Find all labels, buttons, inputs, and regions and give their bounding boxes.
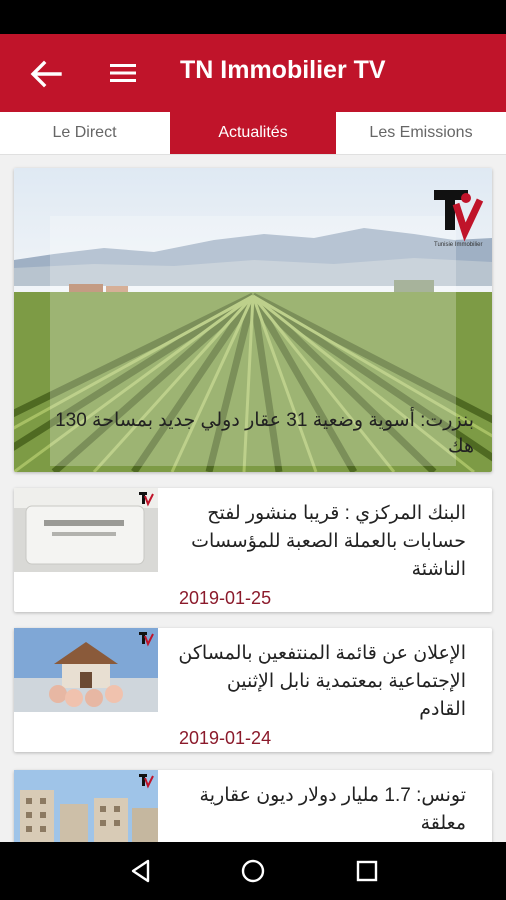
nav-back-icon[interactable] (128, 858, 154, 884)
app-title: TN Immobilier TV (180, 56, 386, 84)
back-arrow-icon[interactable] (28, 59, 62, 89)
nav-home-icon[interactable] (240, 858, 266, 884)
tab-le-direct[interactable]: Le Direct (0, 112, 169, 154)
featured-article-card[interactable]: Tunisie Immobilier بنزرت: أسوية وضعية 31… (14, 168, 492, 472)
system-navigation-bar (0, 842, 506, 900)
tab-actualites[interactable]: Actualités (170, 112, 336, 154)
news-title: الإعلان عن قائمة المنتفعين بالمساكن الإج… (178, 643, 466, 720)
news-date: 2019-01-24 (179, 728, 272, 748)
status-bar (0, 0, 506, 34)
news-item[interactable]: الإعلان عن قائمة المنتفعين بالمساكن الإج… (14, 628, 492, 752)
news-date: 2019-01-25 (179, 588, 272, 608)
news-title: البنك المركزي : قريبا منشور لفتح حسابات … (191, 503, 466, 580)
tab-bar: Le Direct Actualités Les Emissions (0, 112, 506, 155)
menu-icon[interactable] (108, 59, 140, 87)
news-thumbnail (14, 628, 158, 712)
news-thumbnail (14, 488, 158, 572)
tab-les-emissions[interactable]: Les Emissions (336, 112, 506, 154)
news-title: تونس: 1.7 مليار دولار ديون عقارية معلقة (199, 785, 466, 834)
news-item[interactable]: البنك المركزي : قريبا منشور لفتح حسابات … (14, 488, 492, 612)
app-bar: TN Immobilier TV (0, 34, 506, 112)
svg-text:Tunisie Immobilier: Tunisie Immobilier (434, 242, 482, 248)
tv-logo-icon: Tunisie Immobilier (434, 190, 484, 248)
nav-recents-icon[interactable] (354, 858, 380, 884)
featured-caption: بنزرت: أسوية وضعية 31 عقار دولي جديد بمس… (55, 410, 474, 457)
